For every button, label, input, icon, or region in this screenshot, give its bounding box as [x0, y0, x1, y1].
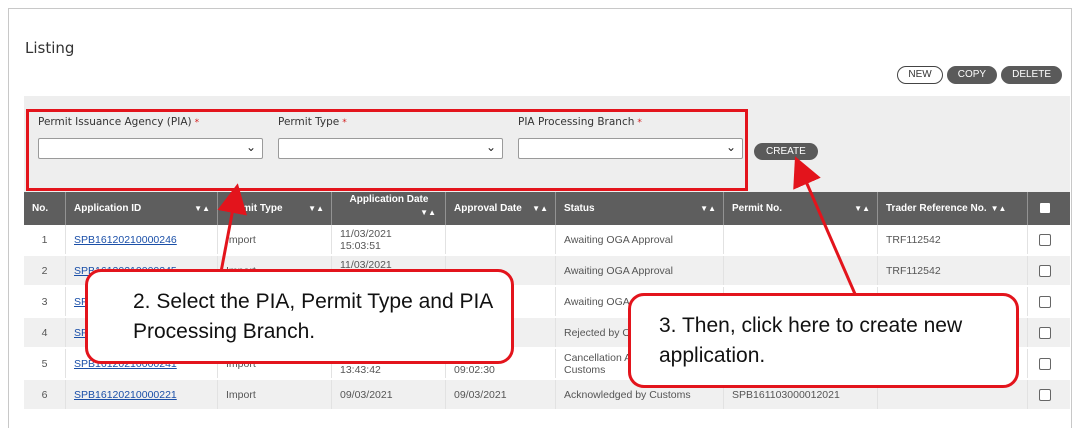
col-approval-date[interactable]: Approval Date ▼▲ [446, 192, 556, 225]
col-application-id[interactable]: Application ID ▼▲ [66, 192, 218, 225]
delete-button[interactable]: DELETE [1001, 66, 1062, 84]
sort-icon[interactable]: ▼▲ [420, 208, 436, 217]
sort-icon[interactable]: ▼▲ [991, 204, 1007, 213]
col-no: No. [24, 192, 66, 225]
select-all-checkbox[interactable] [1040, 203, 1050, 213]
application-date-header: Application Date ▼▲ [349, 194, 436, 217]
col-permit-type[interactable]: Permit Type ▼▲ [218, 192, 332, 225]
cell-trader-ref: TRF112542 [878, 256, 1028, 285]
cell-trader-ref: TRF112542 [878, 225, 1028, 254]
col-trader-ref[interactable]: Trader Reference No. ▼▲ [878, 192, 1028, 225]
cell-app-date: 09/03/2021 [332, 380, 446, 409]
step2-callout: 2. Select the PIA, Permit Type and PIA P… [85, 269, 514, 364]
cell-permit-type: Import [218, 380, 332, 409]
cell-no: 4 [24, 318, 66, 347]
cell-permit-no [724, 225, 878, 254]
row-checkbox[interactable] [1039, 234, 1051, 246]
copy-button[interactable]: COPY [946, 66, 998, 84]
col-status[interactable]: Status ▼▲ [556, 192, 724, 225]
cell-no: 5 [24, 349, 66, 378]
create-button[interactable]: CREATE [754, 143, 818, 160]
cell-appr-date [446, 225, 556, 254]
cell-app-date: 11/03/2021 15:03:51 [332, 225, 446, 254]
cell-no: 6 [24, 380, 66, 409]
sort-icon[interactable]: ▼▲ [308, 204, 324, 213]
cell-permit-type: Import [218, 225, 332, 254]
new-button[interactable]: NEW [897, 66, 943, 84]
cell-app-id[interactable]: SPB16120210000246 [66, 225, 218, 254]
page-title: Listing [25, 39, 75, 57]
sort-icon[interactable]: ▼▲ [532, 204, 548, 213]
row-checkbox[interactable] [1039, 296, 1051, 308]
row-checkbox[interactable] [1039, 389, 1051, 401]
step3-callout: 3. Then, click here to create new applic… [628, 293, 1019, 388]
cell-no: 1 [24, 225, 66, 254]
filter-highlight-box [26, 109, 748, 191]
sort-icon[interactable]: ▼▲ [854, 204, 870, 213]
col-permit-no[interactable]: Permit No. ▼▲ [724, 192, 878, 225]
action-buttons: NEW COPY DELETE [897, 66, 1062, 84]
table-header: No. Application ID ▼▲ Permit Type ▼▲ Appro… [24, 192, 1070, 225]
row-checkbox[interactable] [1039, 327, 1051, 339]
cell-status: Awaiting OGA Approval [556, 225, 724, 254]
row-checkbox[interactable] [1039, 358, 1051, 370]
sort-icon[interactable]: ▼▲ [700, 204, 716, 213]
row-checkbox[interactable] [1039, 265, 1051, 277]
cell-status: Awaiting OGA Approval [556, 256, 724, 285]
cell-no: 3 [24, 287, 66, 316]
cell-appr-date: 09/03/2021 [446, 380, 556, 409]
cell-app-id[interactable]: SPB16120210000221 [66, 380, 218, 409]
sort-icon[interactable]: ▼▲ [194, 204, 210, 213]
cell-permit-no [724, 256, 878, 285]
table-row: 1 SPB16120210000246 Import 11/03/2021 15:03:… [24, 225, 1070, 254]
cell-no: 2 [24, 256, 66, 285]
